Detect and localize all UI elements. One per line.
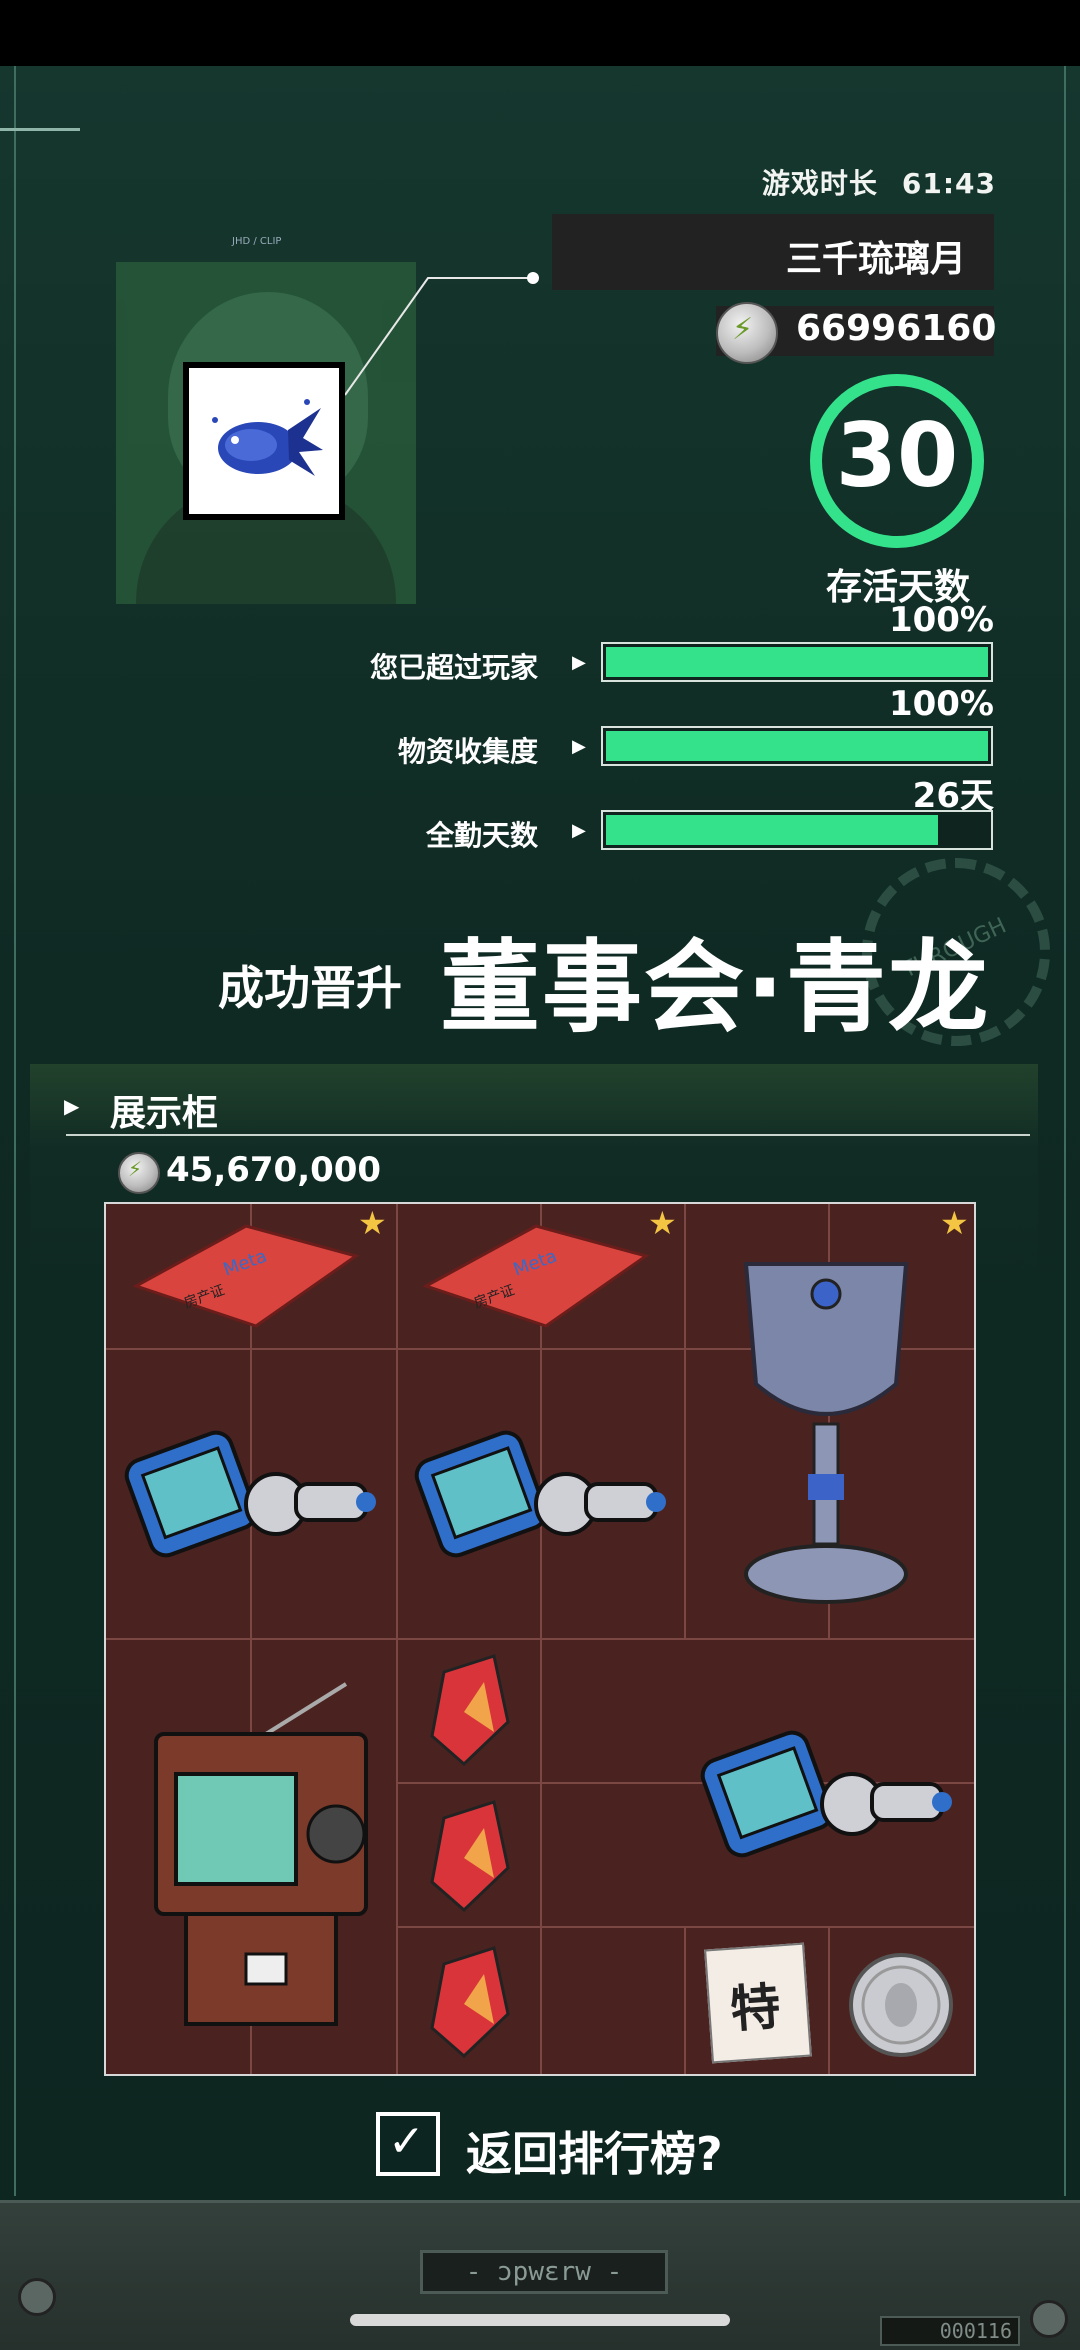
grid-line (684, 1204, 686, 1638)
return-checkbox[interactable] (376, 2112, 440, 2176)
stat-value: 100% (888, 600, 994, 640)
console-knob-left (18, 2278, 56, 2316)
retro-tv-radio[interactable] (146, 1674, 376, 2044)
coin-icon (716, 302, 778, 364)
star-icon: ★ (940, 1204, 969, 1242)
survival-days-number: 30 (835, 404, 959, 507)
stat-arrow-icon: ▶ (572, 736, 586, 757)
coin-balance: 66996160 (796, 308, 997, 349)
grid-line (396, 1782, 540, 1784)
stat-progress-bar (601, 810, 993, 850)
inventory-grid: Meta 房产证 ★ Meta 房产证 ★ ★ 特 (104, 1202, 976, 2076)
property-deed-card[interactable]: Meta 房产证 (416, 1216, 666, 1336)
player-name: 三千琉璃月 (785, 239, 966, 280)
red-crystal-shard[interactable] (424, 1798, 514, 1918)
grid-line (396, 1204, 398, 2074)
robot-drone[interactable] (692, 1704, 962, 1884)
player-name-box: 三千琉璃月 (552, 214, 994, 290)
avatar[interactable] (183, 362, 345, 520)
silver-goblet-trophy[interactable] (726, 1244, 926, 1634)
cabinet-title[interactable]: 展示柜 (110, 1084, 218, 1136)
cabinet-divider (66, 1134, 1030, 1136)
silver-coin[interactable] (846, 1950, 956, 2060)
red-crystal-shard[interactable] (424, 1652, 514, 1772)
star-icon: ★ (648, 1204, 677, 1242)
star-icon: ★ (358, 1204, 387, 1242)
stat-progress-fill (606, 647, 988, 677)
grid-line (828, 1926, 830, 2074)
stat-arrow-icon: ▶ (572, 820, 586, 841)
stat-label: 您已超过玩家 (369, 651, 538, 684)
home-indicator[interactable] (350, 2314, 730, 2326)
stat-progress-fill (606, 731, 988, 761)
ink-fish-icon (212, 399, 323, 476)
cabinet-coin-icon (118, 1152, 160, 1194)
cabinet-total-value: 45,670,000 (166, 1150, 382, 1190)
stat-label: 物资收集度 (397, 735, 538, 768)
stat-progress-bar (601, 642, 993, 682)
stat-value: 100% (888, 684, 994, 724)
console-label: - ɔpwɛrw - (420, 2250, 668, 2294)
robot-drone[interactable] (406, 1404, 676, 1584)
console-knob-right (1030, 2300, 1068, 2338)
collapse-arrow-icon[interactable]: ▶ (64, 1094, 79, 1118)
promotion-label: 成功晋升 (218, 961, 402, 1015)
promotion-title: 董事会·青龙 (440, 929, 990, 1046)
survival-days-ring: 30 (810, 374, 984, 548)
stat-progress-fill (606, 815, 938, 845)
stat-progress-bar (601, 726, 993, 766)
property-deed-card[interactable]: Meta 房产证 (126, 1216, 376, 1336)
stat-arrow-icon: ▶ (572, 652, 586, 673)
ticket-text: 特 (728, 1977, 783, 2039)
return-to-leaderboard[interactable]: 返回排行榜? (466, 2118, 723, 2184)
stat-label: 全勤天数 (425, 819, 538, 852)
red-crystal-shard[interactable] (424, 1944, 514, 2064)
leader-dot (527, 272, 539, 284)
robot-drone[interactable] (116, 1404, 386, 1584)
console-counter: 000116 (880, 2316, 1020, 2346)
special-stamp-ticket[interactable]: 特 (704, 1942, 812, 2064)
grid-line (684, 1926, 686, 2074)
